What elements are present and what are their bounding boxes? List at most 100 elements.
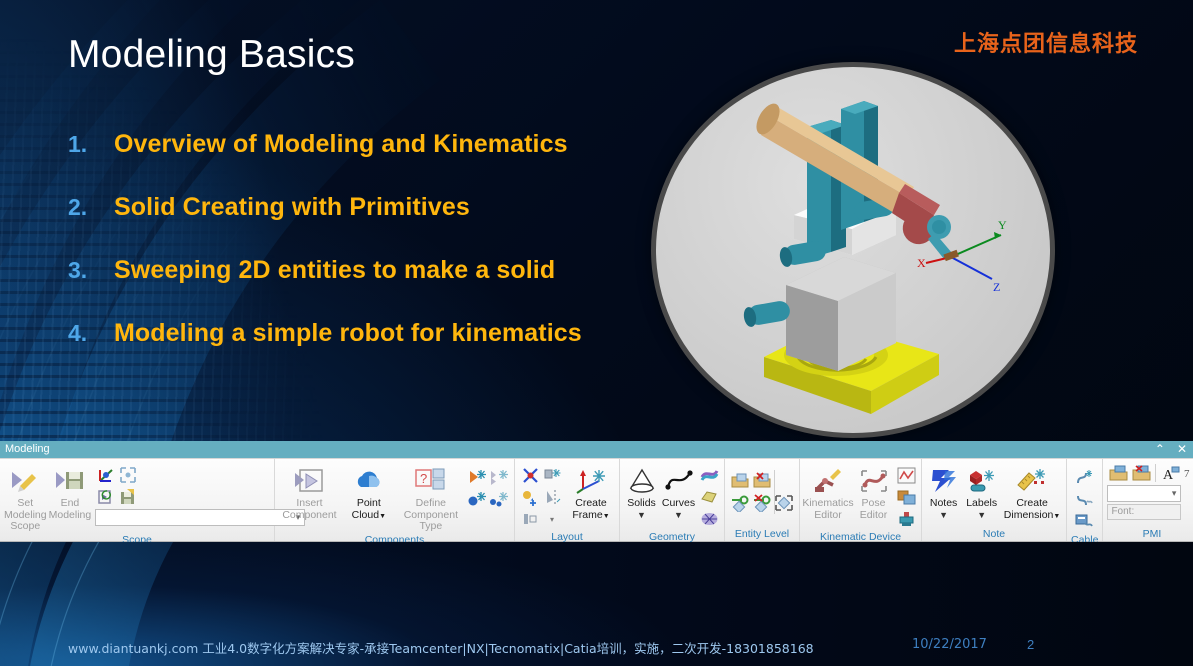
svg-text:Z: Z (993, 280, 1000, 294)
component-create-icon[interactable] (466, 466, 488, 488)
bullet-text: Overview of Modeling and Kinematics (114, 130, 568, 158)
scope-dropdown[interactable]: ▾ (95, 509, 306, 526)
slide-footer: www.diantuankj.com 工业4.0数字化方案解决专家-承接Team… (0, 542, 1193, 666)
solids-label: Solids (627, 497, 656, 509)
move-object-icon[interactable] (519, 486, 541, 508)
notes-button[interactable]: Notes ▼ (926, 464, 961, 520)
define-component-type-button[interactable]: ? Define Component Type (398, 464, 464, 533)
bullet-list: 1. Overview of Modeling and Kinematics 2… (68, 130, 668, 382)
end-modeling-button[interactable]: End Modeling (49, 464, 91, 521)
surface-icon[interactable] (698, 464, 720, 486)
page-title: Modeling Basics (68, 33, 355, 76)
close-icon[interactable]: ✕ (1177, 441, 1187, 458)
chevron-down-icon: ▼ (674, 509, 683, 520)
pmi-open-icon[interactable] (1107, 463, 1129, 483)
ribbon-group-note: Notes ▼ Labels ▼ Create Dimension▼ Note (922, 459, 1067, 541)
kinematics-editor-label: Kinematics Editor (802, 497, 854, 521)
kinematic-small-icons (895, 464, 917, 530)
list-item: 1. Overview of Modeling and Kinematics (68, 130, 668, 159)
insert-component-button[interactable]: Insert Component (279, 464, 340, 521)
scope-small-icons (95, 464, 305, 508)
device-panel-icon[interactable] (895, 486, 917, 508)
chevron-down-icon: ▼ (637, 509, 646, 520)
ribbon-group-label-pmi: PMI (1142, 528, 1162, 540)
create-frame-button[interactable]: Create Frame▼ (567, 464, 615, 522)
pose-editor-button[interactable]: Pose Editor (854, 464, 893, 521)
ribbon-group-kinematic-device: Kinematics Editor Pose Editor Kinematic … (800, 459, 922, 543)
chevron-down-icon: ▼ (602, 512, 610, 520)
create-frame-label: Create Frame▼ (572, 497, 610, 521)
pmi-style-dropdown[interactable]: ▾ (1107, 485, 1182, 502)
ribbon-group-components: Insert Component Point Cloud▼ ? Define C… (275, 459, 515, 546)
ribbon-group-layout: ▾ Create Frame▼ Layout (515, 459, 620, 543)
footer-promo-text: www.diantuankj.com 工业4.0数字化方案解决专家-承接Team… (68, 641, 814, 656)
notes-label: Notes (929, 497, 958, 509)
robot-model-picture: Y X Z (651, 62, 1055, 438)
cable-properties-icon[interactable] (1074, 511, 1096, 533)
align-icon[interactable] (519, 508, 541, 530)
node-link-icon[interactable] (729, 492, 751, 514)
edit-cable-icon[interactable] (1074, 489, 1096, 511)
pmi-delete-icon[interactable] (1130, 463, 1152, 483)
mesh-icon[interactable] (698, 508, 720, 530)
labels-icon (967, 466, 997, 496)
list-item: 2. Solid Creating with Primitives (68, 193, 668, 222)
pmi-divider (1155, 464, 1157, 482)
robot-3d-illustration: Y X Z (743, 101, 1007, 414)
joint-graph-icon[interactable] (895, 464, 917, 486)
kinematics-editor-button[interactable]: Kinematics Editor (802, 464, 854, 521)
sheet-icon[interactable] (698, 486, 720, 508)
duplicate-frame-icon[interactable] (541, 464, 563, 486)
ribbon-group-pmi: A 7 ▾ Font: PMI (1103, 459, 1193, 541)
point-create-icon[interactable] (466, 488, 488, 510)
chevron-up-icon[interactable]: ⌃ (1155, 441, 1165, 458)
set-modeling-scope-button[interactable]: Set Modeling Scope (4, 464, 47, 533)
align-dropdown-icon[interactable]: ▾ (541, 508, 563, 530)
brand-chinese-label: 上海点团信息科技 (953, 32, 1138, 57)
define-component-type-label: Define Component Type (403, 497, 458, 532)
frame-scope-icon[interactable] (117, 464, 139, 486)
svg-text:X: X (917, 256, 926, 270)
solids-button[interactable]: Solids ▼ (624, 464, 659, 520)
open-entity-icon[interactable] (729, 470, 751, 492)
points-create-icon[interactable] (488, 488, 510, 510)
point-cloud-label: Point Cloud▼ (351, 497, 386, 521)
application-ribbon: Modeling ⌃ ✕ Set Modeling Scope End Mode… (0, 441, 1193, 546)
chevron-down-icon: ▼ (1053, 512, 1061, 520)
device-mount-icon[interactable] (895, 508, 917, 530)
relocate-icon[interactable] (519, 464, 541, 486)
insert-component-icon (293, 466, 325, 496)
reload-scope-icon[interactable] (95, 486, 117, 508)
curve-icon (664, 466, 694, 496)
save-scope-icon[interactable] (117, 486, 139, 508)
component-multi-create-icon[interactable] (488, 466, 510, 488)
pmi-extra-icon[interactable]: 7 (1182, 463, 1193, 483)
mirror-icon[interactable] (541, 486, 563, 508)
ribbon-group-geometry: Solids ▼ Curves ▼ Geometry (620, 459, 725, 543)
axis-scope-icon[interactable] (95, 464, 117, 486)
entity-level-icons (729, 470, 795, 514)
labels-button[interactable]: Labels ▼ (963, 464, 1000, 520)
layout-small-icons: ▾ (519, 464, 563, 530)
node-unlink-icon[interactable] (751, 492, 773, 514)
close-entity-icon[interactable] (751, 470, 773, 492)
curves-button[interactable]: Curves ▼ (661, 464, 696, 520)
create-cable-icon[interactable] (1074, 467, 1096, 489)
bullet-number: 4. (68, 320, 88, 346)
pose-editor-icon (859, 466, 889, 496)
footer-page-number: 2 (1027, 637, 1035, 652)
pmi-font-field[interactable]: Font: (1107, 504, 1182, 520)
curves-label: Curves (661, 497, 696, 509)
point-cloud-button[interactable]: Point Cloud▼ (342, 464, 396, 522)
ribbon-tab-title[interactable]: Modeling ⌃ ✕ (0, 441, 1193, 458)
list-item: 4. Modeling a simple robot for kinematic… (68, 319, 668, 348)
bullet-number: 2. (68, 194, 88, 220)
bullet-number: 1. (68, 131, 88, 157)
footer-date: 10/22/2017 (912, 637, 987, 652)
svg-text:?: ? (420, 471, 427, 486)
create-dimension-button[interactable]: Create Dimension▼ (1002, 464, 1062, 522)
fit-entity-icon[interactable] (773, 492, 795, 514)
insert-component-label: Insert Component (282, 497, 337, 521)
pmi-text-icon[interactable]: A (1159, 463, 1181, 483)
cone-solid-icon (627, 466, 657, 496)
